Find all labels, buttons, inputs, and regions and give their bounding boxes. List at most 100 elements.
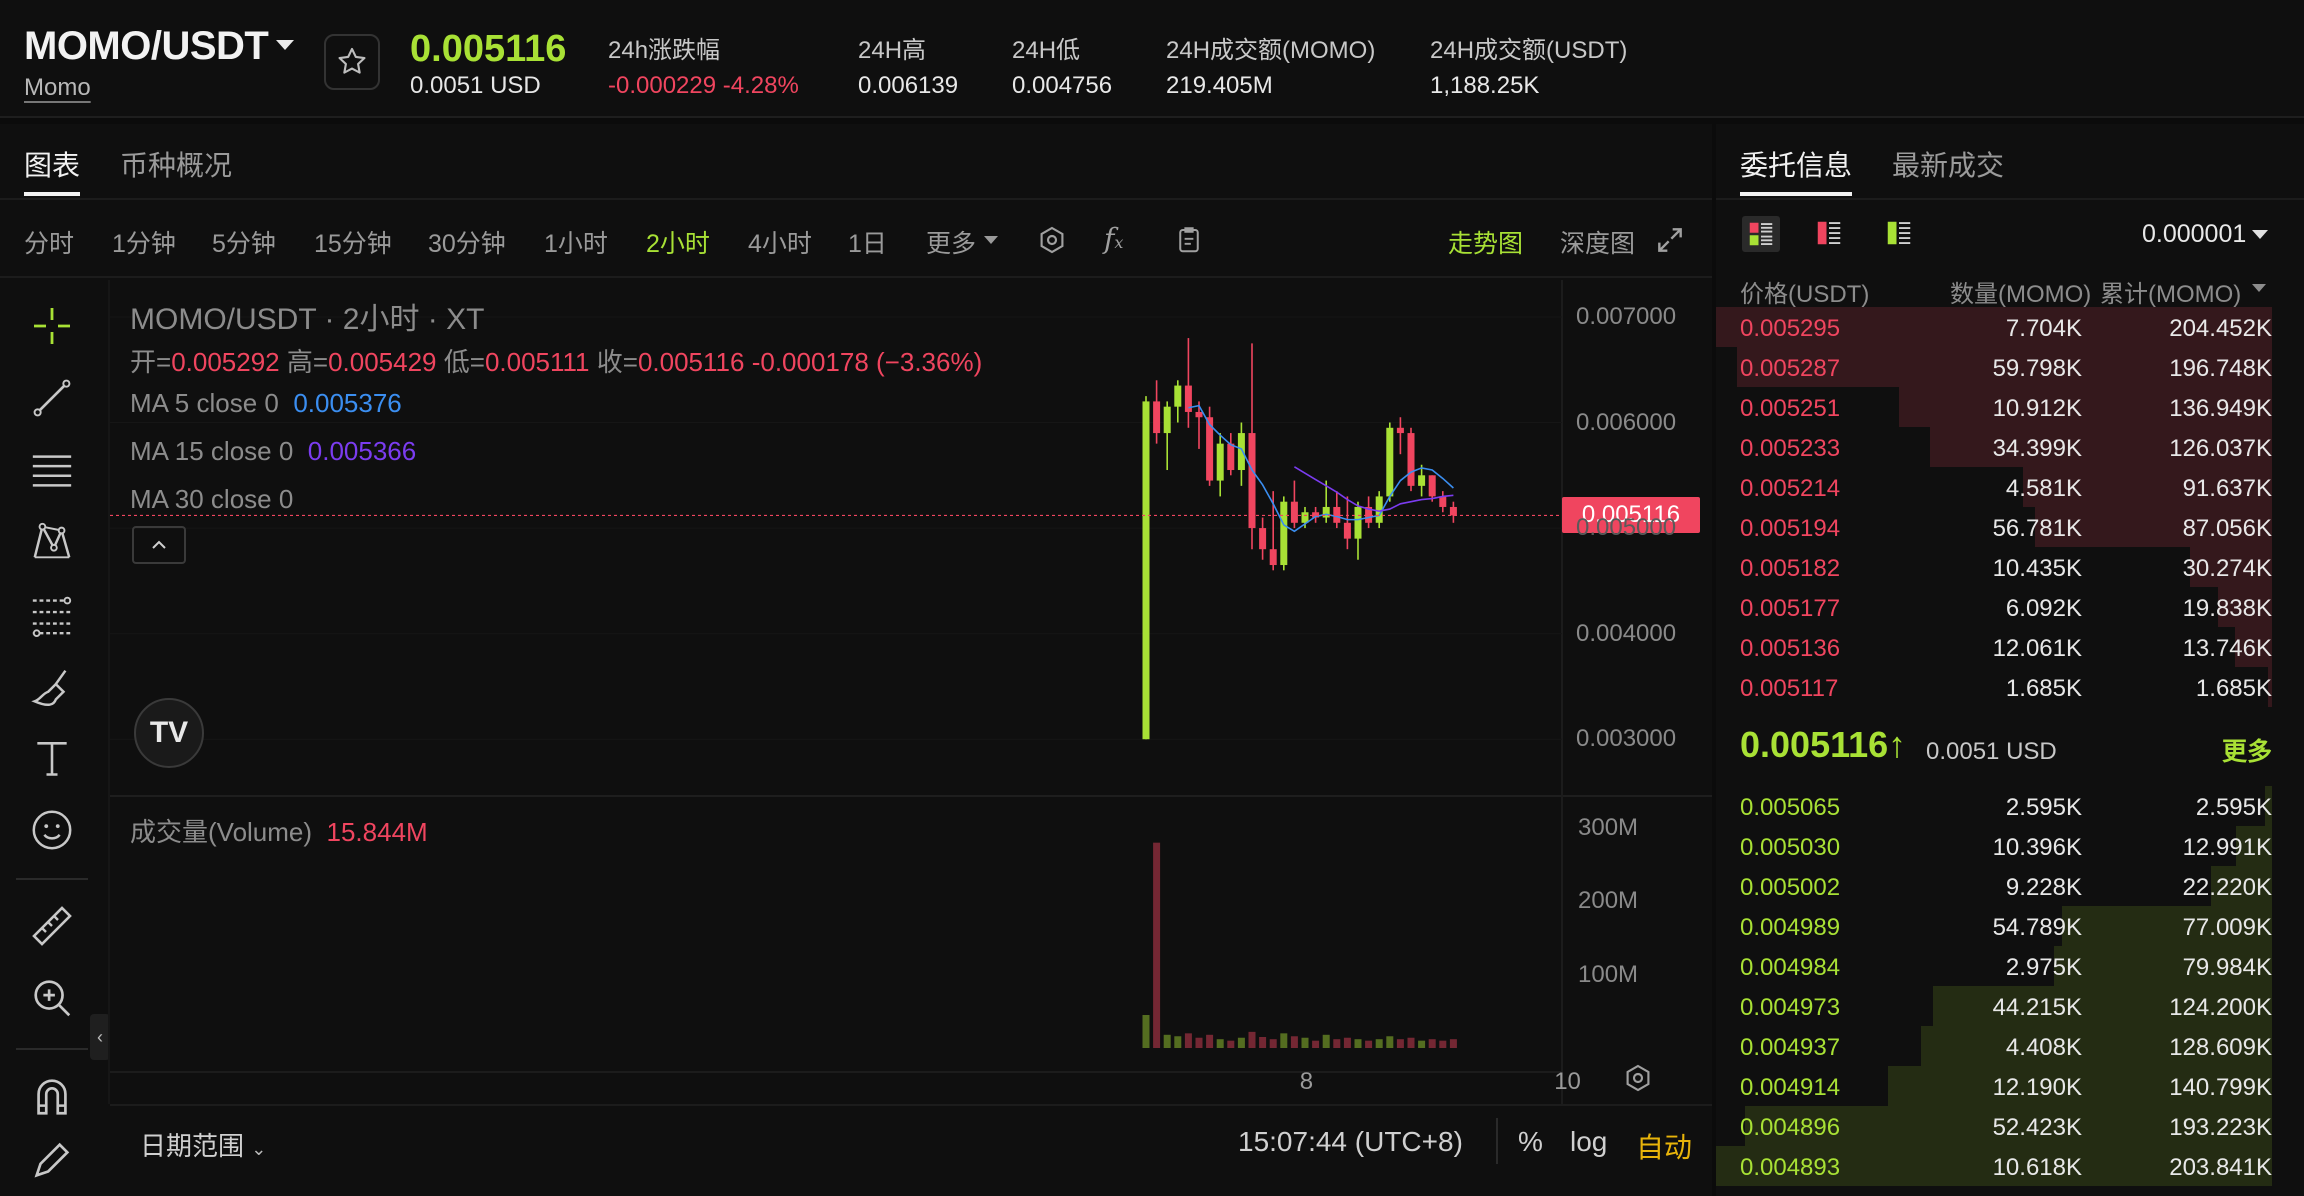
tab-coin-overview[interactable]: 币种概况 xyxy=(120,144,232,184)
candle-body xyxy=(1386,427,1394,497)
ask-row[interactable]: 0.005177 6.092K 19.838K xyxy=(1716,587,2272,627)
axis-settings-button[interactable] xyxy=(1622,1062,1654,1099)
text-tool[interactable] xyxy=(22,728,82,788)
ask-row[interactable]: 0.005251 10.912K 136.949K xyxy=(1716,387,2272,427)
pair-selector[interactable]: MOMO/USDT xyxy=(24,24,269,69)
interval-2h[interactable]: 2小时 xyxy=(646,224,710,260)
ask-cum: 13.746K xyxy=(2182,635,2272,662)
candle-body xyxy=(1449,506,1457,516)
trend-line-tool[interactable] xyxy=(22,368,82,428)
date-range-button[interactable]: 日期范围 ⌄ xyxy=(140,1126,266,1163)
interval-more[interactable]: 更多 xyxy=(926,224,976,260)
pencil-lock-icon xyxy=(34,1142,70,1178)
volume-bar xyxy=(1269,1039,1277,1048)
price-tick-label: 0.006000 xyxy=(1576,408,1677,436)
interval-1h[interactable]: 1小时 xyxy=(544,224,608,260)
coin-name-link[interactable]: Momo xyxy=(24,74,91,102)
pattern-tool[interactable] xyxy=(22,512,82,572)
bid-cum: 140.799K xyxy=(2169,1074,2272,1101)
candle-body xyxy=(1269,549,1277,566)
volume-bar xyxy=(1449,1039,1457,1048)
emoji-tool[interactable] xyxy=(22,800,82,860)
interval-15m[interactable]: 15分钟 xyxy=(314,224,392,260)
ask-qty: 10.912K xyxy=(1992,395,2082,422)
ask-qty: 1.685K xyxy=(2005,675,2082,702)
collapse-toolbar-button[interactable]: ‹ xyxy=(90,1014,110,1060)
auto-scale-toggle[interactable]: 自动 xyxy=(1636,1126,1692,1166)
tab-chart[interactable]: 图表 xyxy=(24,144,80,184)
price-axis-hidden-label: 0.005000 xyxy=(1576,514,1677,542)
bid-row[interactable]: 0.005030 10.396K 12.991K xyxy=(1716,826,2272,866)
book-view-both[interactable] xyxy=(1742,216,1780,252)
ask-price: 0.005182 xyxy=(1740,555,1841,582)
candle-body xyxy=(1237,433,1245,471)
ask-qty: 4.581K xyxy=(2005,475,2082,502)
ask-price: 0.005295 xyxy=(1740,315,1841,342)
interval-30m[interactable]: 30分钟 xyxy=(428,224,506,260)
bid-row[interactable]: 0.004937 4.408K 128.609K xyxy=(1716,1026,2272,1066)
view-trend-chart[interactable]: 走势图 xyxy=(1448,224,1523,260)
interval-1d[interactable]: 1日 xyxy=(848,224,887,260)
bid-qty: 9.228K xyxy=(2005,874,2082,901)
log-scale-toggle[interactable]: log xyxy=(1570,1126,1607,1158)
bid-price: 0.004914 xyxy=(1740,1074,1841,1101)
lock-drawing-tool[interactable] xyxy=(22,1132,82,1188)
book-header-cum[interactable]: 累计(MOMO) xyxy=(2100,274,2241,309)
collapse-legend-button[interactable] xyxy=(132,526,186,564)
tab-order-book[interactable]: 委托信息 xyxy=(1740,144,1852,184)
ask-row[interactable]: 0.005182 10.435K 30.274K xyxy=(1716,547,2272,587)
ask-row[interactable]: 0.005214 4.581K 91.637K xyxy=(1716,467,2272,507)
bid-row[interactable]: 0.004914 12.190K 140.799K xyxy=(1716,1066,2272,1106)
precision-select[interactable]: 0.000001 xyxy=(2142,220,2246,249)
caret-down-icon[interactable] xyxy=(2252,284,2266,292)
brush-tool[interactable] xyxy=(22,656,82,716)
book-view-bids[interactable] xyxy=(1884,216,1914,255)
indicators-fx-icon[interactable]: fx xyxy=(1104,222,1123,255)
interval-1m[interactable]: 1分钟 xyxy=(112,224,176,260)
tab-recent-trades[interactable]: 最新成交 xyxy=(1892,144,2004,184)
fib-tool[interactable] xyxy=(22,584,82,644)
view-depth-chart[interactable]: 深度图 xyxy=(1560,224,1635,260)
book-more-link[interactable]: 更多 xyxy=(2222,732,2272,768)
bid-price: 0.004937 xyxy=(1740,1034,1841,1061)
chevron-down-icon[interactable] xyxy=(984,236,998,244)
interval-5m[interactable]: 5分钟 xyxy=(212,224,276,260)
bid-row[interactable]: 0.005065 2.595K 2.595K xyxy=(1716,786,2272,826)
volume-bar xyxy=(1206,1034,1214,1048)
horizontal-lines-tool[interactable] xyxy=(22,440,82,500)
ruler-tool[interactable] xyxy=(22,896,82,956)
bid-row[interactable]: 0.004984 2.975K 79.984K xyxy=(1716,946,2272,986)
magnet-tool[interactable] xyxy=(22,1066,82,1126)
bid-row[interactable]: 0.005002 9.228K 22.220K xyxy=(1716,866,2272,906)
bid-row[interactable]: 0.004989 54.789K 77.009K xyxy=(1716,906,2272,946)
toolbar-divider xyxy=(16,878,88,880)
interval-time-share[interactable]: 分时 xyxy=(24,224,74,260)
bid-row[interactable]: 0.004893 10.618K 203.841K xyxy=(1716,1146,2272,1186)
volume-tick-label: 100M xyxy=(1578,960,1639,988)
settings-hex-icon xyxy=(1626,1064,1650,1092)
crosshair-icon xyxy=(34,308,70,344)
ask-row[interactable]: 0.005136 12.061K 13.746K xyxy=(1716,627,2272,667)
fullscreen-button[interactable] xyxy=(1654,224,1686,261)
crosshair-tool[interactable] xyxy=(22,296,82,356)
ask-row[interactable]: 0.005117 1.685K 1.685K xyxy=(1716,667,2272,707)
caret-down-icon[interactable] xyxy=(276,40,294,50)
interval-4h[interactable]: 4小时 xyxy=(748,224,812,260)
template-button[interactable] xyxy=(1174,224,1204,261)
tradingview-logo-icon[interactable]: TV xyxy=(134,698,204,768)
ask-row[interactable]: 0.005233 34.399K 126.037K xyxy=(1716,427,2272,467)
bid-qty: 44.215K xyxy=(1992,994,2082,1021)
chart-settings-button[interactable] xyxy=(1036,224,1068,261)
ask-row[interactable]: 0.005295 7.704K 204.452K xyxy=(1716,307,2272,347)
ask-row[interactable]: 0.005287 59.798K 196.748K xyxy=(1716,347,2272,387)
bid-row[interactable]: 0.004896 52.423K 193.223K xyxy=(1716,1106,2272,1146)
percent-scale-toggle[interactable]: % xyxy=(1518,1126,1543,1158)
caret-down-icon[interactable] xyxy=(2252,230,2268,239)
stat-value-change: -0.000229 -4.28% xyxy=(608,72,799,99)
price-tick-label: 0.007000 xyxy=(1576,302,1677,330)
ask-row[interactable]: 0.005194 56.781K 87.056K xyxy=(1716,507,2272,547)
zoom-in-tool[interactable] xyxy=(22,968,82,1028)
favorite-button[interactable] xyxy=(324,34,380,90)
book-view-asks[interactable] xyxy=(1814,216,1844,255)
bid-row[interactable]: 0.004973 44.215K 124.200K xyxy=(1716,986,2272,1026)
